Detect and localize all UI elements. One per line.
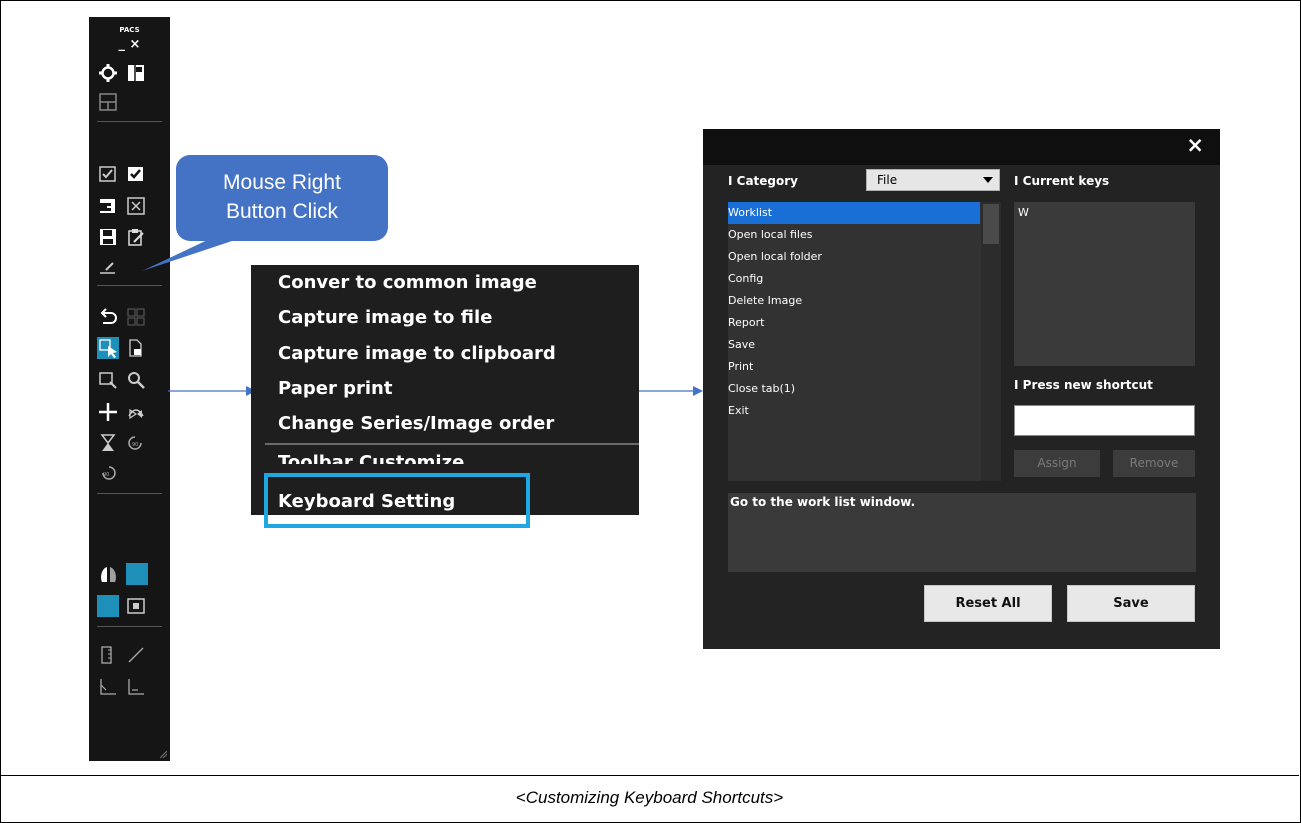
caption-divider — [0, 775, 1299, 776]
flip-icon[interactable] — [126, 402, 146, 422]
keyboard-setting-dialog: × I Category File I Current keys Worklis… — [703, 129, 1220, 649]
remove-button[interactable]: Remove — [1113, 450, 1195, 477]
current-keys-label: I Current keys — [1014, 174, 1110, 188]
list-item[interactable]: Print — [728, 356, 980, 378]
svg-text:90: 90 — [132, 442, 138, 448]
rotate-90-icon[interactable]: 90 — [126, 433, 146, 453]
list-item[interactable]: Close tab(1) — [728, 378, 980, 400]
command-description: Go to the work list window. — [730, 495, 916, 509]
category-select-value: File — [877, 173, 898, 187]
close-icon[interactable]: × — [1186, 133, 1204, 157]
settings-gear-icon[interactable] — [98, 63, 118, 83]
select-pointer-icon[interactable] — [97, 337, 119, 359]
list-item[interactable]: Exit — [728, 400, 980, 422]
list-item[interactable]: Open local files — [728, 224, 980, 246]
image-frame-icon[interactable] — [126, 596, 146, 616]
reset-all-button[interactable]: Reset All — [924, 585, 1052, 622]
ruler-icon[interactable] — [98, 645, 118, 665]
figure-caption: <Customizing Keyboard Shortcuts> — [515, 788, 784, 807]
menu-item-toolbar-customize[interactable]: Toolbar Customize — [278, 452, 464, 464]
rotate-90-reverse-icon[interactable]: 90 — [98, 463, 118, 483]
toolbar-separator — [97, 493, 162, 494]
resize-grip-icon[interactable] — [159, 750, 167, 758]
menu-item-change-series-order[interactable]: Change Series/Image order — [278, 413, 554, 434]
menu-separator — [265, 443, 639, 445]
line-measure-icon[interactable] — [126, 645, 146, 665]
toolbar-title: PACS — [119, 26, 140, 34]
toolbar-separator — [97, 121, 162, 122]
flow-arrow — [168, 386, 256, 396]
cobb-angle-icon[interactable] — [126, 677, 146, 697]
undo-arrow-icon[interactable] — [98, 307, 118, 327]
callout-text: Mouse Right Button Click — [176, 168, 388, 226]
hourglass-window-icon[interactable] — [98, 433, 118, 453]
description-box: Go to the work list window. — [728, 493, 1196, 572]
zoom-region-icon[interactable] — [98, 370, 118, 390]
list-item[interactable]: Save — [728, 334, 980, 356]
category-label: I Category — [728, 174, 798, 188]
callout-line-1: Mouse Right — [223, 171, 341, 194]
color-preset-swatch[interactable] — [126, 563, 148, 585]
current-keys-box: W — [1014, 202, 1195, 366]
chevron-down-icon — [983, 177, 993, 183]
angle-measure-icon[interactable] — [98, 677, 118, 697]
export-window-icon[interactable] — [98, 196, 118, 216]
svg-text:90: 90 — [103, 472, 109, 478]
list-item[interactable]: Worklist — [728, 202, 980, 224]
assign-button[interactable]: Assign — [1014, 450, 1100, 477]
color-preset-swatch-active[interactable] — [97, 595, 119, 617]
menu-item-paper-print[interactable]: Paper print — [278, 378, 392, 399]
list-item[interactable]: Config — [728, 268, 980, 290]
press-new-shortcut-label: I Press new shortcut — [1014, 378, 1153, 392]
document-lock-icon[interactable] — [126, 338, 146, 358]
grid-layout-icon[interactable] — [126, 307, 146, 327]
pen-annotation-icon[interactable] — [98, 257, 118, 277]
menu-item-toolbar-customize-clip: Toolbar Customize — [251, 448, 639, 464]
toolbar-separator — [97, 626, 162, 627]
pacs-toolbar: PACS _ × 90 90 — [89, 17, 170, 761]
flow-arrow — [639, 386, 703, 396]
list-item[interactable]: Report — [728, 312, 980, 334]
save-disk-icon[interactable] — [98, 227, 118, 247]
new-shortcut-input[interactable] — [1014, 405, 1195, 436]
save-button[interactable]: Save — [1067, 585, 1195, 622]
menu-item-capture-to-file[interactable]: Capture image to file — [278, 307, 492, 328]
callout-line-2: Button Click — [225, 200, 339, 223]
command-list[interactable]: Worklist Open local files Open local fol… — [728, 202, 1001, 481]
dialog-titlebar: × — [703, 129, 1220, 165]
magnifier-icon[interactable] — [126, 370, 146, 390]
keyboard-setting-highlight-box — [264, 473, 530, 528]
toolbar-separator — [97, 285, 162, 286]
menu-item-capture-to-clipboard[interactable]: Capture image to clipboard — [278, 343, 556, 364]
scrollbar-thumb[interactable] — [983, 204, 999, 244]
category-select[interactable]: File — [866, 169, 1000, 191]
list-item[interactable]: Open local folder — [728, 246, 980, 268]
toolbar-window-controls[interactable]: _ × — [89, 37, 170, 52]
checkbox-outline-icon[interactable] — [98, 164, 118, 184]
layout-panel-icon[interactable] — [126, 63, 146, 83]
list-item[interactable]: Delete Image — [728, 290, 980, 312]
grid-split-icon[interactable] — [98, 92, 118, 112]
menu-item-convert-common-image[interactable]: Conver to common image — [278, 272, 537, 293]
lung-invert-icon[interactable] — [98, 564, 119, 585]
current-keys-value: W — [1018, 206, 1029, 219]
list-scrollbar[interactable] — [981, 202, 1001, 481]
pan-move-icon[interactable] — [98, 402, 118, 422]
